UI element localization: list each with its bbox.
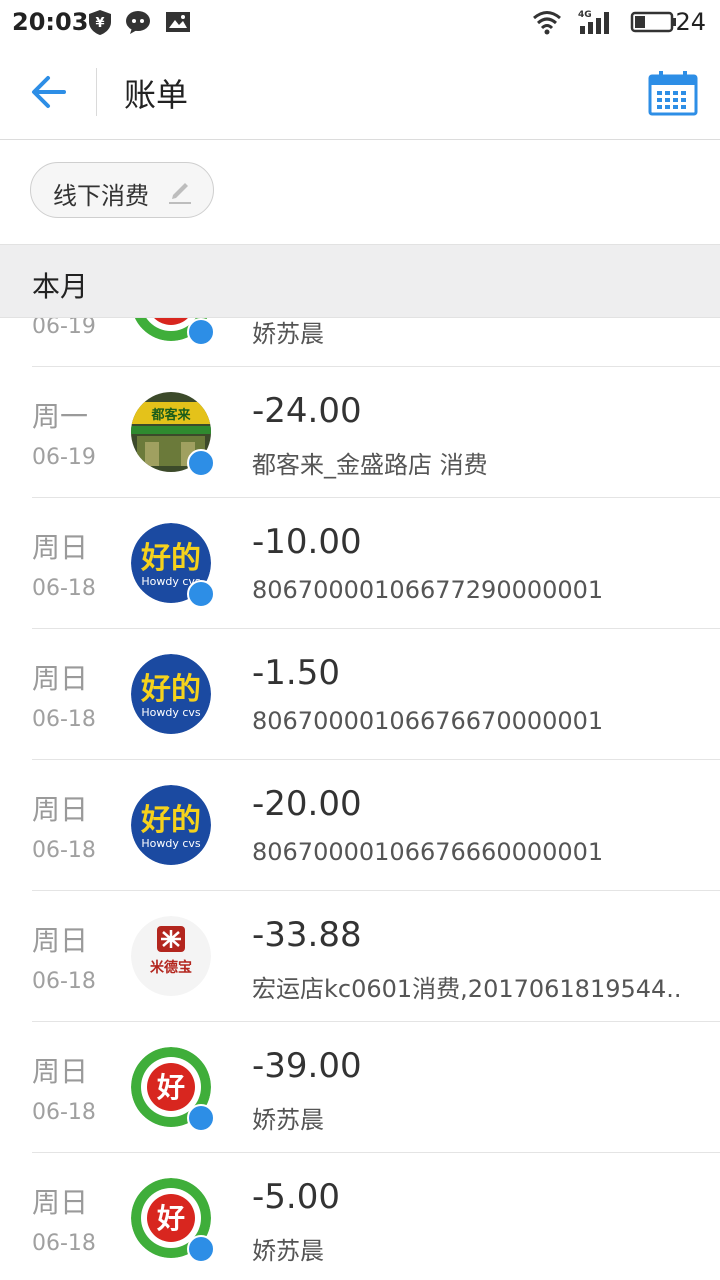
transaction-date: 06-18 xyxy=(32,576,96,601)
status-bar: 20:03 ¥ 4G 24 xyxy=(0,0,720,44)
month-section-header: 本月 xyxy=(0,244,720,318)
edit-pencil-icon xyxy=(169,183,191,204)
transaction-amount: -10.00 xyxy=(252,522,362,562)
transaction-weekday: 周日 xyxy=(32,531,89,564)
transaction-row[interactable]: 周日 06-18 米德宝 -33.88 宏运店kc0601消费,20170618… xyxy=(0,891,720,1022)
transaction-description: 80670000106676670000001 xyxy=(252,707,604,735)
transaction-date: 06-19 xyxy=(32,445,96,470)
transaction-amount: -20.00 xyxy=(252,784,362,824)
transaction-description: 娇苏晨 xyxy=(252,1106,324,1134)
svg-text:都客来: 都客来 xyxy=(150,407,191,423)
filter-label: 线下消费 xyxy=(53,182,149,210)
transaction-weekday: 周一 xyxy=(32,400,89,433)
svg-text:¥: ¥ xyxy=(95,16,104,31)
transaction-weekday: 周日 xyxy=(32,924,89,957)
verified-badge-icon xyxy=(187,580,215,608)
transaction-description: 80670000106676660000001 xyxy=(252,838,604,866)
svg-text:4G: 4G xyxy=(578,10,592,20)
chat-bubble-icon xyxy=(126,11,150,34)
midebao-logo: 米德宝 xyxy=(131,916,211,996)
verified-badge-icon xyxy=(187,318,215,346)
transaction-row[interactable]: 周日 06-18 好的 Howdy cvs -1.50 806700001066… xyxy=(0,629,720,760)
transaction-row[interactable]: 周日 06-18 好的 Howdy cvs -20.00 80670000106… xyxy=(0,760,720,891)
svg-text:米德宝: 米德宝 xyxy=(150,959,192,976)
svg-text:好的: 好的 xyxy=(140,541,201,576)
yen-shield-icon: ¥ xyxy=(89,10,111,35)
transaction-row[interactable]: 周日 06-18 好 -39.00 娇苏晨 xyxy=(0,1022,720,1153)
transaction-description: 都客来_金盛路店 消费 xyxy=(252,451,488,479)
svg-text:Howdy cvs: Howdy cvs xyxy=(141,706,201,719)
svg-text:好的: 好的 xyxy=(140,672,201,707)
transaction-description: 宏运店kc0601消费,2017061819544.. xyxy=(252,975,682,1003)
signal-icon: 4G xyxy=(578,10,609,34)
transaction-row[interactable]: 周日 06-18 好的 Howdy cvs -10.00 80670000106… xyxy=(0,498,720,629)
transaction-weekday: 周日 xyxy=(32,1186,89,1219)
month-label: 本月 xyxy=(32,270,89,303)
svg-text:好: 好 xyxy=(156,1071,185,1104)
svg-text:好: 好 xyxy=(156,1202,185,1235)
transaction-date: 06-18 xyxy=(32,707,96,732)
transaction-description: 80670000106677290000001 xyxy=(252,576,604,604)
app-header: 账单 xyxy=(0,44,720,140)
svg-text:好的: 好的 xyxy=(140,803,201,838)
transaction-list[interactable]: 06-19 好 娇苏晨 周一 06-19 都客来 -24.00 都客来_金盛路店… xyxy=(0,318,720,1280)
transaction-row[interactable]: 06-19 好 娇苏晨 xyxy=(0,318,720,367)
back-arrow-icon[interactable] xyxy=(22,70,74,114)
transaction-amount: -24.00 xyxy=(252,391,362,431)
filter-chip[interactable]: 线下消费 xyxy=(30,162,214,218)
verified-badge-icon xyxy=(187,1104,215,1132)
transaction-weekday: 周日 xyxy=(32,662,89,695)
page-title: 账单 xyxy=(124,76,189,114)
battery-level: 24 xyxy=(675,8,706,36)
calendar-icon[interactable] xyxy=(648,70,698,116)
transaction-description: 娇苏晨 xyxy=(252,320,324,348)
transaction-date: 06-18 xyxy=(32,969,96,994)
verified-badge-icon xyxy=(187,449,215,477)
svg-text:Howdy cvs: Howdy cvs xyxy=(141,837,201,850)
transaction-date: 06-18 xyxy=(32,1231,96,1256)
transaction-date: 06-19 xyxy=(32,318,96,339)
howdy-logo: 好的 Howdy cvs xyxy=(131,654,211,734)
transaction-weekday: 周日 xyxy=(32,1055,89,1088)
transaction-date: 06-18 xyxy=(32,838,96,863)
filter-area: 线下消费 xyxy=(0,140,720,244)
transaction-weekday: 周日 xyxy=(32,793,89,826)
transaction-row[interactable]: 周一 06-19 都客来 -24.00 都客来_金盛路店 消费 xyxy=(0,367,720,498)
header-divider xyxy=(96,68,97,116)
battery-icon xyxy=(630,11,676,33)
transaction-row[interactable]: 周日 06-18 好 -5.00 娇苏晨 xyxy=(0,1153,720,1280)
wifi-icon xyxy=(533,11,561,35)
image-icon xyxy=(166,12,190,32)
transaction-amount: -5.00 xyxy=(252,1177,340,1217)
status-time: 20:03 xyxy=(12,8,89,36)
transaction-date: 06-18 xyxy=(32,1100,96,1125)
howdy-logo: 好的 Howdy cvs xyxy=(131,785,211,865)
verified-badge-icon xyxy=(187,1235,215,1263)
transaction-amount: -1.50 xyxy=(252,653,340,693)
transaction-amount: -33.88 xyxy=(252,915,362,955)
transaction-description: 娇苏晨 xyxy=(252,1237,324,1265)
transaction-amount: -39.00 xyxy=(252,1046,362,1086)
